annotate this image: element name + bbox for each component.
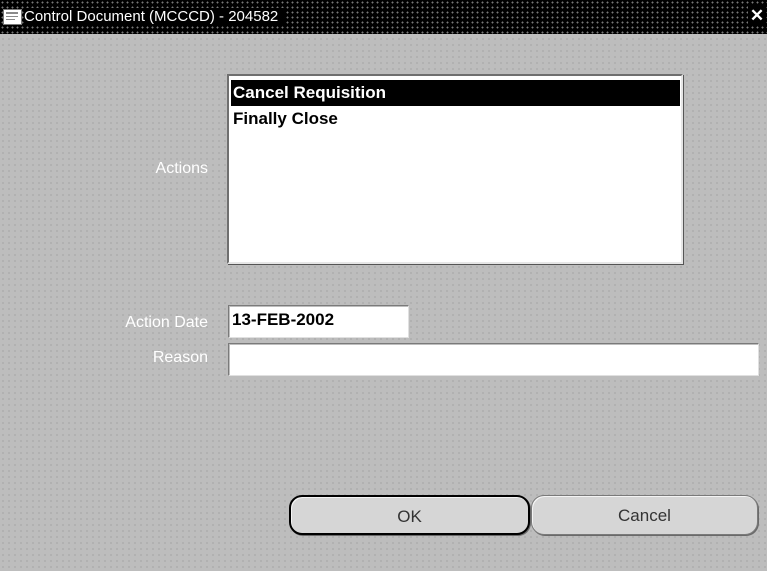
actions-label: Actions <box>155 160 208 177</box>
action-date-field[interactable]: 13-FEB-2002 <box>228 305 409 338</box>
action-item-finally-close[interactable]: Finally Close <box>231 106 680 132</box>
control-document-window: Control Document (MCCCD) - 204582 ✕ Acti… <box>0 0 767 571</box>
reason-label: Reason <box>152 349 208 366</box>
app-icon <box>3 9 22 25</box>
close-icon[interactable]: ✕ <box>748 6 766 26</box>
cancel-button[interactable]: Cancel <box>531 495 758 535</box>
action-item-cancel-requisition[interactable]: Cancel Requisition <box>231 80 680 106</box>
title-bar[interactable]: Control Document (MCCCD) - 204582 ✕ <box>0 0 767 34</box>
window-title: Control Document (MCCCD) - 204582 <box>24 8 287 26</box>
reason-field[interactable] <box>228 343 759 376</box>
action-date-label: Action Date <box>125 314 208 331</box>
ok-button[interactable]: OK <box>289 495 530 535</box>
actions-listbox[interactable]: Cancel Requisition Finally Close <box>227 74 683 264</box>
